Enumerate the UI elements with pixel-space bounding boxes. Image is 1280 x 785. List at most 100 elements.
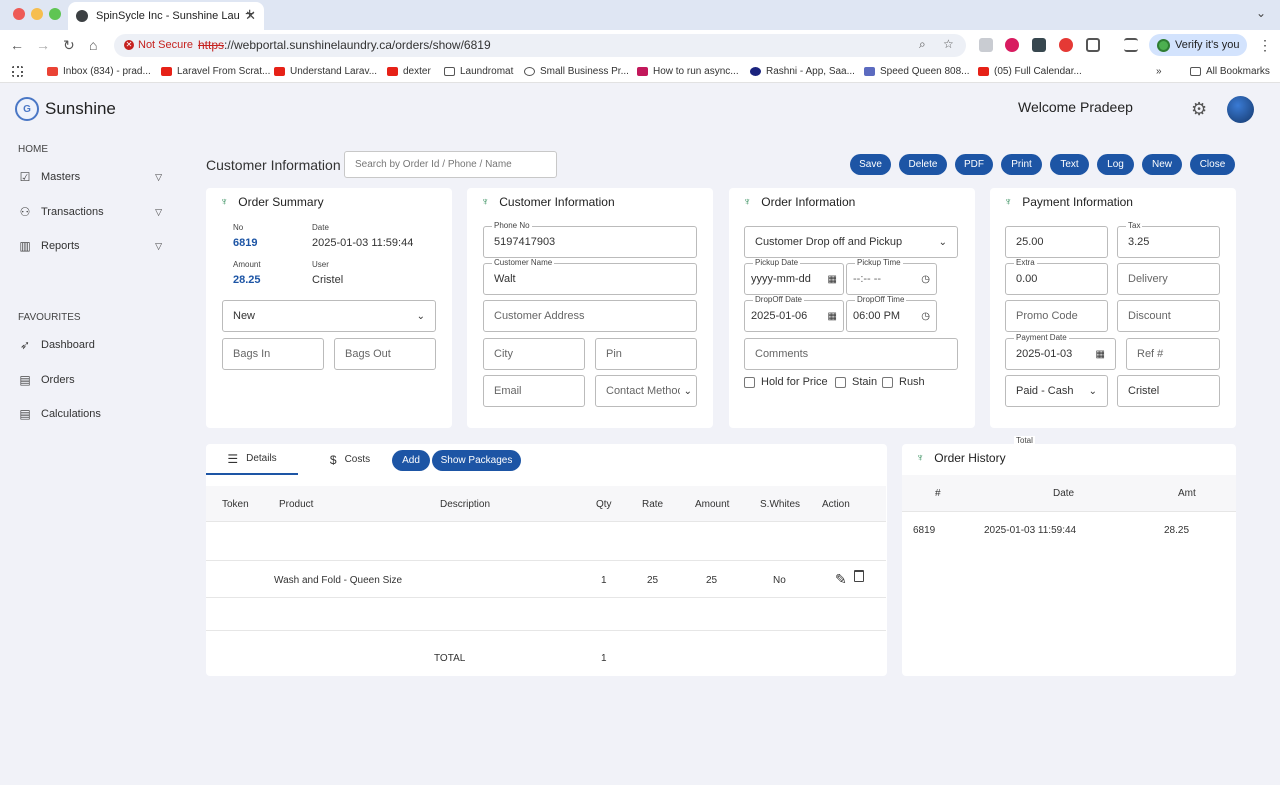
section-home[interactable]: HOME (18, 144, 48, 155)
clock-icon[interactable]: ◷ (921, 311, 930, 322)
add-button[interactable]: Add (392, 450, 430, 471)
comments-field[interactable]: Comments (744, 338, 958, 370)
brand-logo[interactable]: G Sunshine (15, 97, 116, 121)
bookmark-item[interactable]: Laravel From Scrat... (161, 66, 270, 77)
extension-icon[interactable] (1032, 38, 1046, 52)
delivery-field[interactable]: Delivery (1117, 263, 1220, 295)
bookmark-item[interactable]: How to run async... (637, 66, 739, 77)
bookmark-item[interactable]: Inbox (834) - prad... (47, 66, 151, 77)
clock-icon[interactable]: ◷ (921, 274, 930, 285)
pin-field[interactable]: Pin (595, 338, 697, 370)
close-button[interactable]: Close (1190, 154, 1235, 175)
bookmark-item[interactable]: Understand Larav... (274, 66, 377, 77)
bookmark-item[interactable]: Rashni - App, Saa... (750, 66, 855, 77)
reload-icon[interactable]: ↻ (63, 37, 75, 54)
hold-for-price-checkbox[interactable]: Hold for Price (744, 376, 828, 388)
media-icon[interactable] (1124, 38, 1138, 52)
home-icon[interactable]: ⌂ (89, 37, 97, 53)
zoom-icon[interactable]: ⌕ (919, 37, 926, 52)
sidebar-item-transactions[interactable]: ⚇ Transactions ▽ (18, 205, 168, 219)
url-text[interactable]: https://webportal.sunshinelaundry.ca/ord… (198, 38, 491, 52)
customer-address-field[interactable]: Customer Address (483, 300, 697, 332)
pickup-date-field[interactable]: Pickup Date yyyy-mm-dd ▦ (744, 258, 844, 295)
checkbox-box[interactable] (744, 376, 755, 388)
bookmark-folder[interactable]: Laundromat (444, 66, 513, 77)
show-packages-button[interactable]: Show Packages (432, 450, 521, 471)
forward-icon[interactable]: → (36, 37, 50, 53)
contact-method-select[interactable]: Contact Method ⌄ (595, 375, 697, 407)
search-input[interactable] (344, 151, 557, 178)
more-bookmarks-icon[interactable]: » (1156, 66, 1162, 77)
phone-value: 5197417903 (494, 236, 556, 248)
close-window-button[interactable] (13, 8, 25, 20)
discount-field[interactable]: Discount (1117, 300, 1220, 332)
sidebar-item-reports[interactable]: ▥ Reports ▽ (18, 239, 168, 253)
bookmark-item[interactable]: dexter (387, 66, 431, 77)
calendar-icon[interactable]: ▦ (828, 311, 837, 322)
log-button[interactable]: Log (1097, 154, 1134, 175)
bookmark-star-icon[interactable]: ☆ (943, 37, 954, 51)
extension-icon[interactable] (1059, 38, 1073, 52)
all-bookmarks-folder[interactable]: All Bookmarks (1190, 66, 1270, 77)
tab-search-chevron-icon[interactable]: ⌄ (1256, 6, 1266, 20)
browser-tab[interactable]: SpinSycle Inc - Sunshine Lau ✕ (68, 2, 264, 30)
print-button[interactable]: Print (1001, 154, 1042, 175)
delete-button[interactable]: Delete (899, 154, 947, 175)
promo-code-field[interactable]: Promo Code (1005, 300, 1108, 332)
back-icon[interactable]: ← (10, 37, 24, 53)
sidebar-item-orders[interactable]: ▤ Orders (18, 373, 168, 387)
payment-user-field[interactable]: Cristel (1117, 375, 1220, 407)
ref-field[interactable]: Ref # (1126, 338, 1220, 370)
dropoff-date-field[interactable]: DropOff Date 2025-01-06 ▦ (744, 295, 844, 332)
sidebar-item-masters[interactable]: ☑ Masters ▽ (18, 170, 168, 184)
dropoff-time-field[interactable]: DropOff Time 06:00 PM ◷ (846, 295, 937, 332)
avatar[interactable] (1227, 96, 1254, 123)
calendar-icon[interactable]: ▦ (1096, 349, 1105, 360)
payment-date-field[interactable]: Payment Date 2025-01-03 ▦ (1005, 333, 1116, 370)
pickup-time-field[interactable]: Pickup Time --:-- -- ◷ (846, 258, 937, 295)
tab-details[interactable]: ☰ Details (206, 444, 298, 475)
browser-menu-icon[interactable]: ⋮ (1258, 37, 1272, 54)
new-button[interactable]: New (1142, 154, 1182, 175)
not-secure-badge[interactable]: ✕ Not Secure (124, 39, 193, 51)
tab-costs[interactable]: $ Costs (310, 444, 390, 475)
bookmark-item[interactable]: (05) Full Calendar... (978, 66, 1082, 77)
city-field[interactable]: City (483, 338, 585, 370)
bookmark-item[interactable]: Speed Queen 808... (864, 66, 970, 77)
email-field[interactable]: Email (483, 375, 585, 407)
new-tab-icon[interactable]: + (245, 6, 254, 24)
status-select[interactable]: New ⌄ (222, 300, 436, 332)
customer-name-field[interactable]: Customer Name Walt (483, 258, 697, 295)
payment-method-select[interactable]: Paid - Cash ⌄ (1005, 375, 1108, 407)
sidebar-item-calculations[interactable]: ▤ Calculations (18, 407, 168, 421)
address-bar[interactable]: ✕ Not Secure https://webportal.sunshinela… (114, 34, 966, 57)
apps-icon[interactable] (12, 66, 28, 77)
text-button[interactable]: Text (1050, 154, 1089, 175)
edit-pencil-icon[interactable]: ✎ (835, 571, 847, 588)
rush-checkbox[interactable]: Rush (882, 376, 925, 388)
checkbox-box[interactable] (835, 376, 846, 388)
pdf-button[interactable]: PDF (955, 154, 993, 175)
tax-field[interactable]: Tax 3.25 (1117, 221, 1220, 258)
profile-verify-button[interactable]: Verify it's you (1149, 34, 1247, 56)
order-type-select[interactable]: Customer Drop off and Pickup ⌄ (744, 226, 958, 258)
gear-icon[interactable]: ⚙ (1191, 99, 1207, 120)
sidebar-item-label: Calculations (41, 408, 101, 420)
stain-checkbox[interactable]: Stain (835, 376, 877, 388)
phone-field[interactable]: Phone No 5197417903 (483, 221, 697, 258)
bags-in-field[interactable]: Bags In (222, 338, 324, 370)
extra-field[interactable]: Extra 0.00 (1005, 258, 1108, 295)
save-button[interactable]: Save (850, 154, 891, 175)
calendar-icon[interactable]: ▦ (828, 274, 837, 285)
bags-out-field[interactable]: Bags Out (334, 338, 436, 370)
bookmark-item[interactable]: Small Business Pr... (524, 66, 629, 77)
maximize-window-button[interactable] (49, 8, 61, 20)
puzzle-icon[interactable] (1086, 38, 1100, 52)
trash-icon[interactable] (854, 570, 864, 582)
extension-icon[interactable] (1005, 38, 1019, 52)
sidebar-item-dashboard[interactable]: ➶ Dashboard (18, 338, 168, 352)
total-field[interactable]: Total 25.00 (1005, 226, 1108, 445)
extension-icon[interactable] (979, 38, 993, 52)
checkbox-box[interactable] (882, 376, 893, 388)
minimize-window-button[interactable] (31, 8, 43, 20)
